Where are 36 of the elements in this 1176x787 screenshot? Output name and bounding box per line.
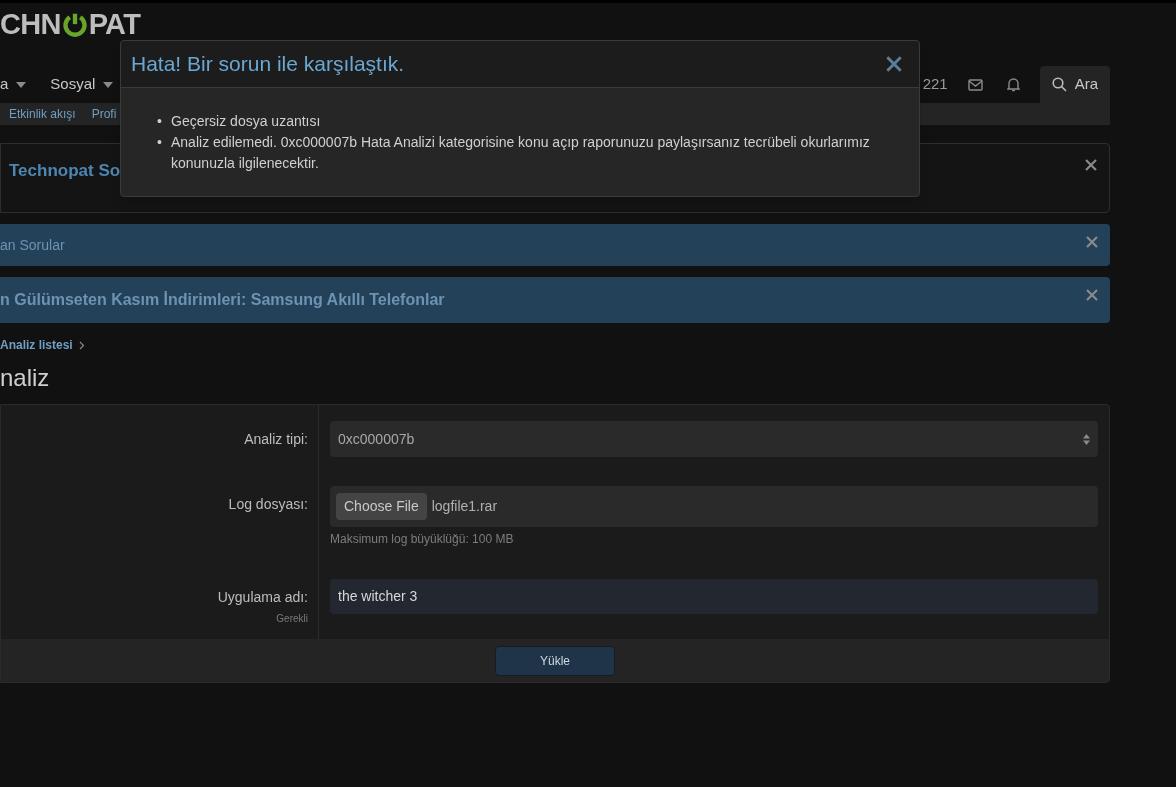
power-icon [61, 11, 88, 38]
search-icon [1051, 77, 1067, 92]
select-field[interactable]: 0xc000007b [330, 421, 1098, 457]
field-label: Analiz tipi: [244, 430, 308, 449]
dialog-title: Hata! Bir sorun ile karşılaştık. [131, 51, 405, 78]
close-icon[interactable] [886, 56, 902, 72]
bullet: • [157, 133, 163, 152]
notice-title[interactable]: Technopat So [9, 158, 121, 212]
breadcrumb-link[interactable]: Analiz listesi [0, 336, 73, 354]
page-title: naliz [0, 363, 51, 393]
file-field[interactable]: Choose File logfile1.rar [330, 486, 1098, 527]
upload-button[interactable]: Yükle [495, 645, 615, 676]
error-message: Geçersiz dosya uzantısı [171, 112, 321, 131]
field-label: Log dosyası: [228, 495, 308, 514]
subnav-link[interactable]: Profi [91, 105, 117, 123]
choose-file-button[interactable]: Choose File [336, 493, 427, 520]
mail-icon[interactable] [967, 78, 983, 91]
close-icon[interactable] [1085, 159, 1097, 171]
subnav-link[interactable]: Etkinlik akışı [9, 105, 76, 123]
field-label: Uygulama adı: [217, 588, 308, 607]
text-field[interactable]: the witcher 3 [330, 579, 1098, 614]
field-hint: Maksimum log büyüklüğü: 100 MB [330, 531, 515, 548]
file-name: logfile1.rar [431, 497, 498, 516]
chevron-icon [78, 340, 85, 350]
bullet: • [157, 112, 163, 131]
close-icon[interactable] [1086, 236, 1098, 248]
nav-tab[interactable]: a [0, 73, 27, 96]
bell-icon[interactable] [1006, 77, 1020, 92]
error-message: Analiz edilemedi. 0xc000007b Hata Analizi kategorisine konu açıp raporunuzu paylaşırsanız tecrübeli okurlarımız konunuzla ilgilenecektir. [171, 133, 871, 173]
sort-icon [1083, 433, 1090, 445]
search-tab[interactable]: Ara [1039, 66, 1110, 103]
logo[interactable]: CHN PAT [0, 10, 141, 39]
user-count[interactable]: 221 [922, 73, 948, 96]
field-sublabel: Gerekli [276, 612, 308, 626]
nav-tab[interactable]: Sosyal [50, 73, 114, 96]
close-icon[interactable] [1086, 289, 1098, 301]
